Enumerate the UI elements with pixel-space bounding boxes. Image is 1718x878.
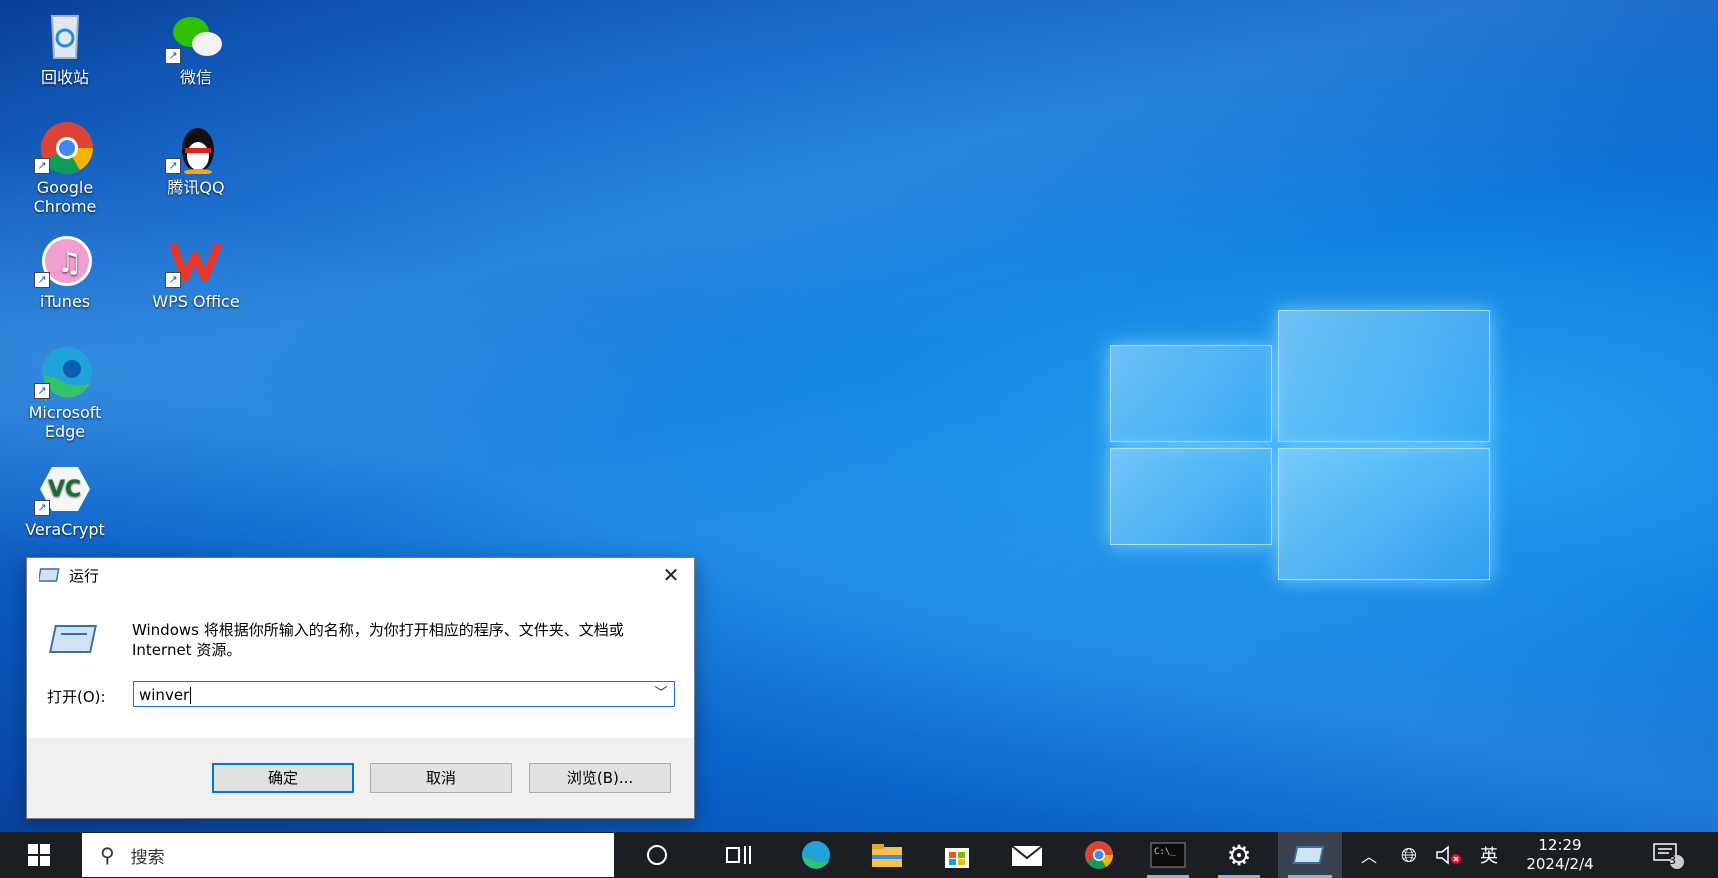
- dialog-title: 运行: [69, 566, 100, 585]
- windows-logo-wallpaper: [1110, 310, 1490, 580]
- taskbar-store[interactable]: [926, 832, 988, 878]
- windows-start-icon: [28, 844, 50, 866]
- taskbar: ⚲ 搜索 C:\_ ⚙ ︿ 🌐︎ 英 12:29 2024/2/4 3: [0, 832, 1718, 878]
- volume-button[interactable]: [1432, 832, 1466, 878]
- desktop-icon-wps[interactable]: ↗ WPS Office: [141, 234, 251, 311]
- shortcut-arrow-icon: ↗: [165, 272, 181, 288]
- cancel-button[interactable]: 取消: [370, 763, 512, 793]
- desktop-icon-edge[interactable]: ↗ Microsoft Edge: [10, 345, 120, 441]
- cortana-button[interactable]: [626, 832, 688, 878]
- icon-label: iTunes: [39, 292, 91, 311]
- dialog-body: Windows 将根据你所输入的名称，为你打开相应的程序、文件夹、文档或 Int…: [27, 592, 694, 728]
- chevron-up-icon: ︿: [1360, 847, 1377, 866]
- run-icon: [1292, 846, 1325, 864]
- store-icon: [945, 848, 969, 868]
- taskbar-settings[interactable]: ⚙: [1208, 832, 1270, 878]
- file-explorer-icon: [872, 844, 902, 867]
- browse-button[interactable]: 浏览(B)...: [529, 763, 671, 793]
- desktop-icon-recycle-bin[interactable]: 回收站: [10, 10, 120, 87]
- open-input-value[interactable]: winver: [139, 686, 189, 704]
- shortcut-arrow-icon: ↗: [165, 158, 181, 174]
- shortcut-arrow-icon: ↗: [34, 158, 50, 174]
- desktop-icon-wechat[interactable]: ↗ 微信: [141, 10, 251, 87]
- open-combobox[interactable]: winver ﹀: [133, 681, 675, 707]
- chrome-icon: [1085, 841, 1113, 869]
- run-dialog: 运行 ✕ Windows 将根据你所输入的名称，为你打开相应的程序、文件夹、文档…: [26, 557, 695, 819]
- run-icon: [37, 567, 61, 583]
- task-view-icon: [726, 846, 751, 864]
- taskbar-edge[interactable]: [785, 832, 847, 878]
- desktop-icon-chrome[interactable]: ↗ Google Chrome: [10, 120, 120, 216]
- veracrypt-icon: VC ↗: [30, 462, 100, 516]
- icon-label: VeraCrypt: [25, 520, 105, 539]
- ok-button[interactable]: 确定: [212, 763, 354, 793]
- open-label: 打开(O):: [47, 688, 106, 706]
- network-button[interactable]: 🌐︎: [1392, 832, 1426, 878]
- globe-network-icon: 🌐︎: [1401, 843, 1417, 867]
- qq-penguin-icon: ↗: [161, 120, 231, 175]
- shortcut-arrow-icon: ↗: [34, 383, 50, 399]
- icon-label: Microsoft Edge: [28, 403, 102, 441]
- close-button[interactable]: ✕: [648, 558, 694, 592]
- clock[interactable]: 12:29 2024/2/4: [1510, 836, 1610, 874]
- shortcut-arrow-icon: ↗: [34, 272, 50, 288]
- chevron-down-icon[interactable]: ﹀: [648, 682, 674, 706]
- icon-label: 微信: [179, 68, 212, 87]
- taskbar-search-box[interactable]: ⚲ 搜索: [82, 833, 614, 877]
- settings-icon: ⚙: [1226, 838, 1252, 872]
- task-view-button[interactable]: [708, 832, 770, 878]
- show-hidden-icons-button[interactable]: ︿: [1354, 832, 1384, 878]
- icon-label: 腾讯QQ: [167, 178, 225, 197]
- svg-text:C:\_: C:\_: [1154, 847, 1176, 857]
- edge-icon: ↗: [30, 345, 100, 399]
- dialog-titlebar[interactable]: 运行: [27, 558, 694, 592]
- shortcut-arrow-icon: ↗: [165, 48, 181, 64]
- run-large-icon: [47, 620, 103, 660]
- close-icon: ✕: [662, 563, 680, 587]
- svg-text:VC: VC: [48, 477, 81, 502]
- clock-date: 2024/2/4: [1526, 855, 1594, 873]
- shortcut-arrow-icon: ↗: [34, 500, 50, 516]
- ime-indicator[interactable]: 英: [1472, 832, 1506, 878]
- terminal-icon: C:\_: [1150, 842, 1186, 868]
- edge-icon: [802, 841, 830, 869]
- mail-icon: [1011, 845, 1043, 866]
- taskbar-mail[interactable]: [996, 832, 1058, 878]
- icon-label: Google Chrome: [33, 178, 97, 216]
- dialog-description: Windows 将根据你所输入的名称，为你打开相应的程序、文件夹、文档或 Int…: [132, 621, 624, 659]
- desktop-icon-qq[interactable]: ↗ 腾讯QQ: [141, 120, 251, 197]
- svg-text:♫: ♫: [57, 246, 82, 279]
- cortana-icon: [647, 845, 667, 865]
- wechat-icon: ↗: [161, 10, 231, 64]
- icon-label: 回收站: [40, 68, 89, 87]
- desktop-icon-veracrypt[interactable]: VC ↗ VeraCrypt: [10, 462, 120, 539]
- chrome-icon: ↗: [30, 120, 100, 174]
- taskbar-terminal[interactable]: C:\_: [1137, 832, 1199, 878]
- notification-badge: 3: [1669, 854, 1676, 867]
- wps-office-icon: ↗: [161, 234, 231, 288]
- volume-muted-icon: [1436, 845, 1461, 865]
- taskbar-file-explorer[interactable]: [856, 832, 918, 878]
- recycle-bin-icon: [30, 10, 100, 64]
- desktop-icon-itunes[interactable]: ♫ ↗ iTunes: [10, 234, 120, 311]
- search-placeholder: 搜索: [130, 847, 165, 868]
- search-icon: ⚲: [100, 843, 115, 867]
- taskbar-chrome[interactable]: [1068, 832, 1130, 878]
- icon-label: WPS Office: [152, 292, 240, 311]
- start-button[interactable]: [0, 832, 78, 878]
- itunes-icon: ♫ ↗: [30, 234, 100, 288]
- notification-icon: [1653, 843, 1684, 869]
- action-center-button[interactable]: 3: [1640, 832, 1696, 878]
- taskbar-run[interactable]: [1278, 832, 1342, 878]
- clock-time: 12:29: [1538, 836, 1582, 854]
